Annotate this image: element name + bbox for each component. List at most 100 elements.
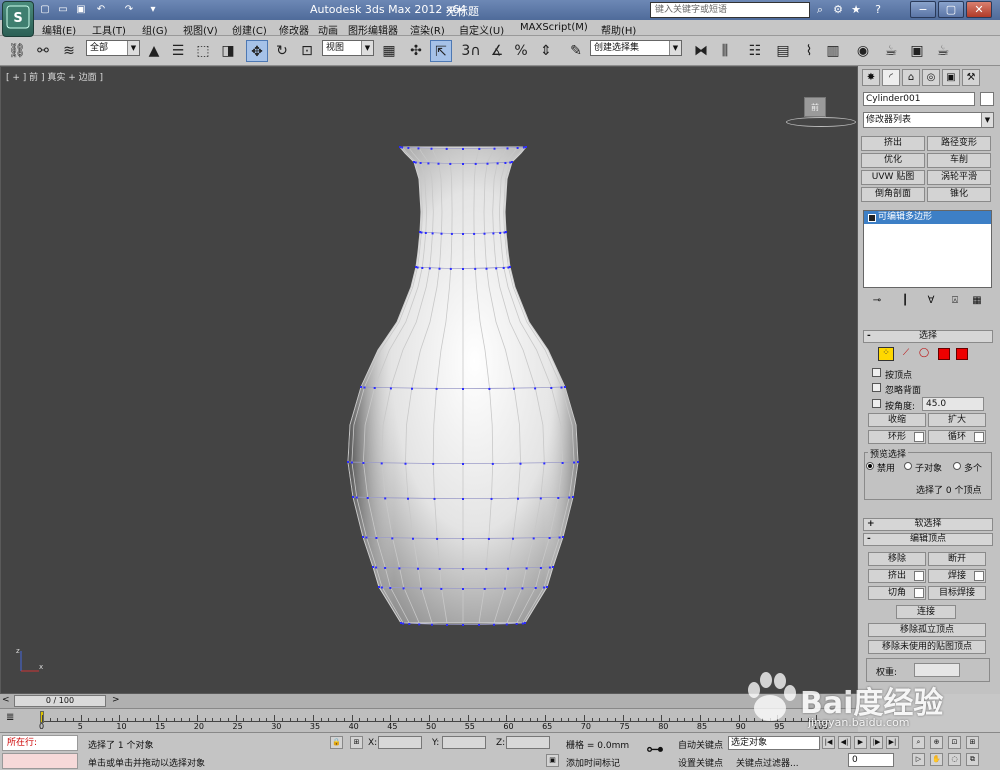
menu-graph-editors[interactable]: 图形编辑器 — [348, 22, 398, 37]
set-key-icon[interactable]: ⊶ — [646, 739, 664, 760]
pin-stack-icon[interactable]: ⊸ — [870, 294, 884, 308]
vase-vertex[interactable] — [557, 497, 560, 499]
modifier-stack[interactable]: 可编辑多边形 — [863, 210, 992, 288]
vase-vertex[interactable] — [474, 267, 477, 270]
vase-vertex[interactable] — [504, 162, 507, 164]
vase-vertex[interactable] — [380, 462, 383, 465]
vase-vertex[interactable] — [572, 496, 574, 498]
vase-vertex[interactable] — [502, 267, 505, 269]
vase-vertex[interactable] — [492, 232, 495, 235]
vase-vertex[interactable] — [431, 232, 434, 235]
vase-vertex[interactable] — [483, 587, 486, 590]
layer-manager-icon[interactable]: ☷ — [744, 40, 766, 62]
vase-vertex[interactable] — [534, 387, 537, 390]
extrude-vertex-button[interactable]: 挤出 — [868, 569, 926, 583]
remove-isolated-vertices-button[interactable]: 移除孤立顶点 — [868, 623, 986, 637]
loop-button[interactable]: 循环 — [928, 430, 986, 444]
menu-edit[interactable]: 编辑(E) — [42, 22, 76, 37]
vase-vertex[interactable] — [516, 147, 519, 149]
vase-vertex[interactable] — [473, 232, 476, 235]
rectangular-selection-icon[interactable]: ⬚ — [192, 40, 214, 62]
curve-editor-icon[interactable]: ⌇ — [798, 40, 820, 62]
modify-tab-icon[interactable]: ◜ — [882, 69, 900, 86]
vase-vertex[interactable] — [373, 387, 376, 389]
vase-vertex[interactable] — [362, 462, 365, 464]
vase-vertex[interactable] — [411, 387, 413, 390]
vase-vertex[interactable] — [407, 497, 409, 500]
vase-vertex[interactable] — [440, 587, 443, 590]
ignore-backfacing-checkbox[interactable] — [872, 383, 881, 392]
vase-vertex[interactable] — [493, 147, 496, 150]
preview-off-radio[interactable] — [866, 462, 874, 470]
goto-start-icon[interactable]: |◀ — [822, 736, 835, 749]
select-and-link-icon[interactable]: ⛓ — [6, 40, 28, 62]
vase-vertex[interactable] — [521, 622, 524, 625]
vase-vertex[interactable] — [350, 461, 353, 464]
schematic-view-icon[interactable]: ▥ — [822, 40, 844, 62]
open-file-icon[interactable]: ▭ — [56, 3, 70, 16]
vase-vertex[interactable] — [462, 538, 464, 540]
vase-vertex[interactable] — [384, 497, 387, 500]
z-coordinate-field[interactable] — [506, 736, 550, 749]
vase-vertex[interactable] — [419, 231, 421, 233]
soft-selection-rollout-header[interactable]: + 软选择 — [863, 518, 993, 531]
vase-vertex[interactable] — [402, 622, 405, 625]
preview-multi-radio[interactable] — [953, 462, 961, 470]
chamfer-vertex-button[interactable]: 切角 — [868, 586, 926, 600]
modifier-path-deform-button[interactable]: 路径变形 — [927, 136, 991, 151]
field-of-view-icon[interactable]: ▷ — [912, 753, 925, 766]
vase-vertex[interactable] — [462, 148, 464, 150]
quick-access-dropdown-icon[interactable]: ▾ — [146, 3, 160, 16]
vase-vertex[interactable] — [462, 388, 464, 390]
vase-vertex[interactable] — [347, 461, 349, 463]
vase-vertex[interactable] — [560, 386, 563, 389]
x-coordinate-field[interactable] — [378, 736, 422, 749]
vase-vertex[interactable] — [543, 586, 546, 589]
menu-create[interactable]: 创建(C) — [232, 22, 267, 37]
prev-frame-icon[interactable]: ◀| — [838, 736, 851, 749]
subscription-icon[interactable]: ⚙ — [830, 2, 846, 18]
modifier-uvw-map-button[interactable]: UVW 贴图 — [861, 170, 925, 185]
zoom-extents-all-icon[interactable]: ⊞ — [966, 736, 979, 749]
vase-vertex[interactable] — [413, 161, 415, 163]
display-tab-icon[interactable]: ▣ — [942, 69, 960, 86]
select-and-manipulate-icon[interactable]: ✣ — [405, 40, 427, 62]
help-icon[interactable]: ? — [870, 2, 886, 18]
vase-vertex[interactable] — [400, 622, 402, 624]
remove-vertex-button[interactable]: 移除 — [868, 552, 926, 566]
menu-customize[interactable]: 自定义(U) — [459, 22, 504, 37]
remove-modifier-icon[interactable]: ⍓ — [948, 294, 962, 308]
vase-vertex[interactable] — [352, 496, 354, 498]
shrink-button[interactable]: 收缩 — [868, 413, 926, 427]
vase-vertex[interactable] — [417, 147, 420, 150]
auto-key-button[interactable]: 自动关键点 — [678, 738, 723, 751]
vase-vertex[interactable] — [522, 146, 525, 149]
vase-vertex[interactable] — [478, 147, 481, 150]
vase-vertex[interactable] — [438, 567, 441, 570]
stack-item-editable-poly[interactable]: 可编辑多边形 — [864, 211, 991, 224]
vase-vertex[interactable] — [375, 566, 378, 569]
vase-vertex[interactable] — [507, 567, 509, 570]
named-selection-sets-dropdown[interactable]: 创建选择集 ▼ — [590, 40, 682, 56]
vase-vertex[interactable] — [568, 496, 571, 499]
vase-vertex[interactable] — [362, 536, 364, 538]
selection-lock-icon[interactable]: 🔒 — [330, 736, 343, 749]
time-next-icon[interactable]: > — [112, 695, 120, 705]
vase-vertex[interactable] — [449, 267, 452, 270]
selection-rollout-header[interactable]: - 选择 — [863, 330, 993, 343]
maximize-viewport-icon[interactable]: ⧉ — [966, 753, 979, 766]
polygon-subobject-icon[interactable] — [938, 348, 950, 360]
graphite-modeling-icon[interactable]: ▤ — [772, 40, 794, 62]
maxscript-listener-field[interactable]: 所在行: — [2, 735, 78, 751]
show-end-result-icon[interactable]: ┃ — [898, 294, 912, 308]
by-angle-checkbox[interactable] — [872, 399, 881, 408]
vase-vertex[interactable] — [558, 536, 561, 539]
vase-vertex[interactable] — [433, 497, 436, 500]
pan-icon[interactable]: ✋ — [930, 753, 943, 766]
current-frame-field[interactable]: 0 — [848, 753, 894, 767]
modifier-list-dropdown[interactable]: 修改器列表 ▼ — [863, 112, 994, 128]
vase-vertex[interactable] — [408, 623, 411, 625]
edge-subobject-icon[interactable]: ⟋ — [900, 348, 912, 360]
undo-icon[interactable]: ↶ — [94, 3, 108, 16]
zoom-icon[interactable]: ⌕ — [912, 736, 925, 749]
